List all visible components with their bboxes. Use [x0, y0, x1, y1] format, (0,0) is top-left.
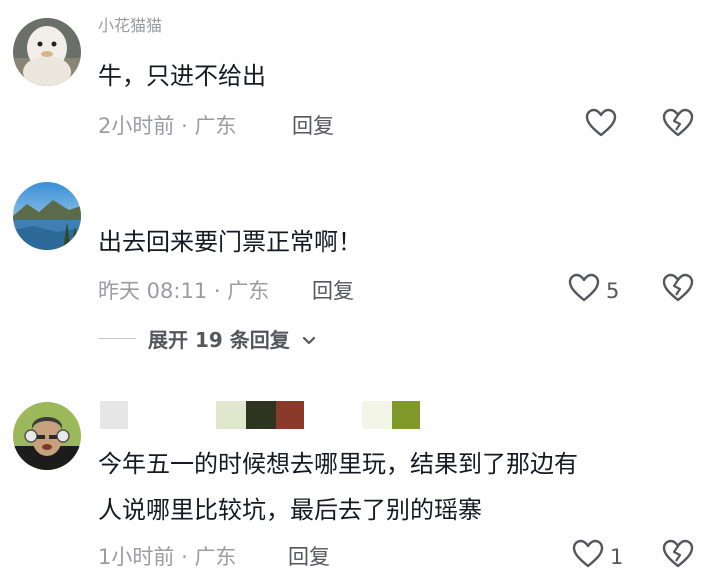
comment-location: 广东: [194, 545, 237, 569]
reply-button[interactable]: 回复: [292, 110, 334, 140]
comment-meta: 昨天 08:11 · 广东: [98, 275, 269, 305]
censor-block: [276, 401, 304, 429]
heart-icon: [572, 539, 604, 574]
dislike-button[interactable]: [662, 108, 694, 142]
comment-text-line-2: 人说哪里比较坑，最后去了别的瑶寨: [98, 496, 482, 524]
chevron-down-icon: [302, 327, 316, 351]
avatar[interactable]: [13, 18, 81, 86]
comment-time: 2小时前: [98, 114, 175, 138]
comment-location: 广东: [227, 279, 270, 303]
censor-block: [362, 401, 392, 429]
comment-time: 1小时前: [98, 545, 175, 569]
divider-line: [98, 338, 136, 339]
broken-heart-icon: [662, 539, 694, 573]
heart-icon: [585, 108, 617, 143]
censor-block: [392, 401, 420, 429]
comment-text: 出去回来要门票正常啊！: [98, 228, 362, 256]
separator: ·: [181, 114, 188, 138]
expand-replies-label: 展开 19 条回复: [148, 328, 290, 352]
like-button[interactable]: 1: [572, 539, 623, 574]
like-button[interactable]: [585, 108, 623, 143]
comment-meta: 2小时前 · 广东: [98, 110, 236, 140]
broken-heart-icon: [662, 273, 694, 307]
expand-replies-button[interactable]: 展开 19 条回复: [98, 324, 316, 353]
dislike-button[interactable]: [662, 273, 694, 307]
comment-text: 牛，只进不给出: [98, 62, 266, 90]
separator: ·: [181, 545, 188, 569]
censor-block: [216, 401, 246, 429]
reply-button[interactable]: 回复: [312, 275, 354, 305]
comment-meta: 1小时前 · 广东: [98, 541, 236, 571]
comment-text-line-1: 今年五一的时候想去哪里玩，结果到了那边有: [98, 450, 578, 478]
like-count: 5: [606, 278, 620, 303]
broken-heart-icon: [662, 108, 694, 142]
censor-block: [100, 401, 128, 429]
avatar[interactable]: [13, 402, 81, 470]
separator: ·: [213, 279, 221, 303]
dislike-button[interactable]: [662, 539, 694, 573]
like-button[interactable]: 5: [568, 273, 619, 308]
like-count: 1: [610, 544, 624, 569]
heart-icon: [568, 273, 600, 308]
reply-button[interactable]: 回复: [288, 541, 330, 571]
username[interactable]: 小花猫猫: [98, 12, 162, 36]
censor-block: [246, 401, 276, 429]
comment-time: 昨天 08:11: [98, 279, 208, 303]
avatar[interactable]: [13, 182, 81, 250]
comment-location: 广东: [194, 114, 237, 138]
